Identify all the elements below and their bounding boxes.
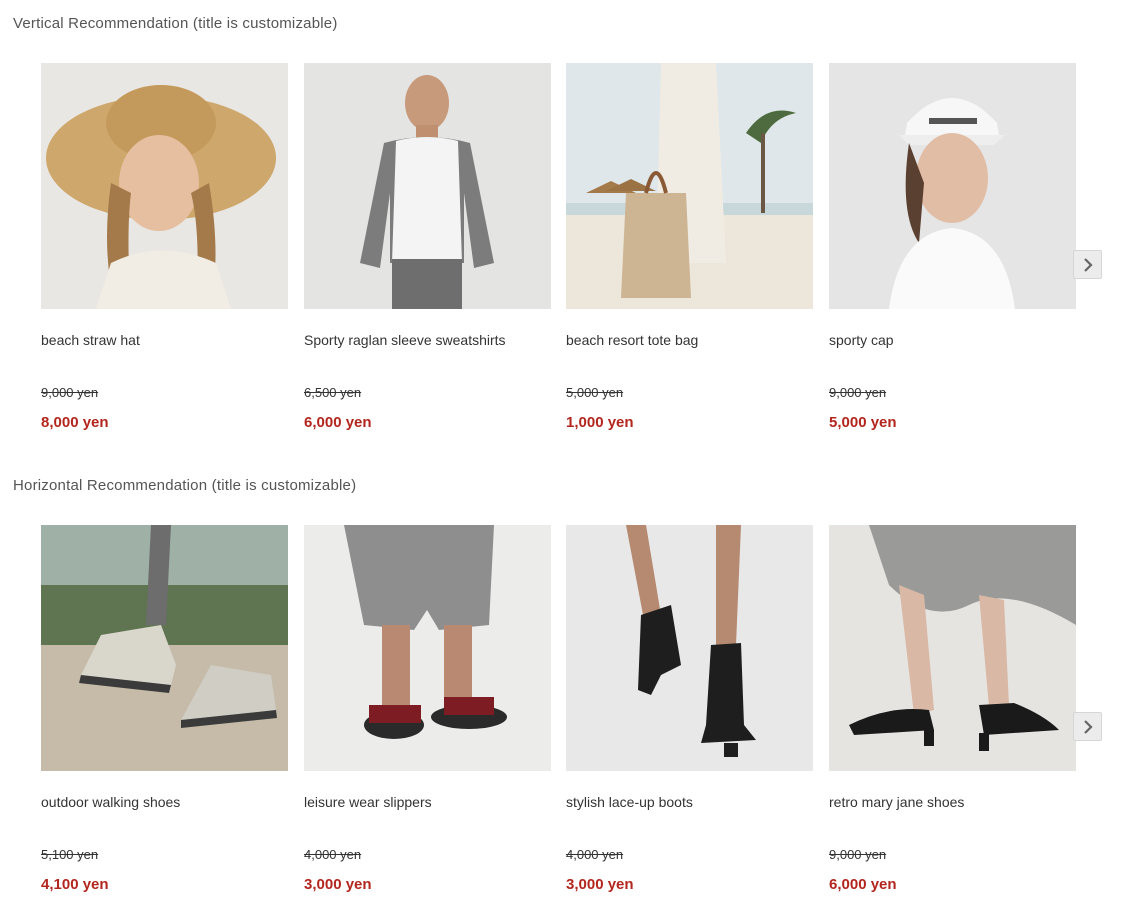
chevron-right-icon [1083, 719, 1093, 734]
product-card[interactable]: stylish lace-up boots 4,000 yen 3,000 ye… [566, 525, 813, 893]
product-image[interactable] [41, 525, 288, 771]
sale-price: 6,000 yen [829, 876, 897, 893]
woman-white-cap-photo [829, 63, 1076, 309]
sale-price: 3,000 yen [566, 876, 634, 893]
sale-price: 4,100 yen [41, 876, 109, 893]
product-image[interactable] [304, 525, 551, 771]
slippers-photo [304, 525, 551, 771]
original-price: 4,000 yen [304, 847, 362, 862]
section-title: Vertical Recommendation (title is custom… [13, 15, 338, 32]
lace-up-boots-photo [566, 525, 813, 771]
hiking-shoes-photo [41, 525, 288, 771]
product-card[interactable]: leisure wear slippers 4,000 yen 3,000 ye… [304, 525, 551, 893]
product-image[interactable] [41, 63, 288, 309]
product-name[interactable]: beach resort tote bag [566, 331, 813, 379]
product-image[interactable] [304, 63, 551, 309]
product-card[interactable]: outdoor walking shoes 5,100 yen 4,100 ye… [41, 525, 288, 893]
product-name[interactable]: leisure wear slippers [304, 793, 551, 841]
sale-price: 1,000 yen [566, 414, 634, 431]
man-raglan-sweatshirt-photo [304, 63, 551, 309]
original-price: 5,000 yen [566, 385, 624, 400]
product-name[interactable]: Sporty raglan sleeve sweatshirts [304, 331, 551, 379]
product-card[interactable]: retro mary jane shoes 9,000 yen 6,000 ye… [829, 525, 1076, 893]
sale-price: 8,000 yen [41, 414, 109, 431]
product-card[interactable]: sporty cap 9,000 yen 5,000 yen [829, 63, 1076, 431]
carousel-next-button[interactable] [1073, 250, 1102, 279]
product-card[interactable]: beach resort tote bag 5,000 yen 1,000 ye… [566, 63, 813, 431]
original-price: 9,000 yen [829, 847, 887, 862]
chevron-right-icon [1083, 257, 1093, 272]
woman-straw-hat-photo [41, 63, 288, 309]
product-image[interactable] [566, 525, 813, 771]
mary-jane-shoes-photo [829, 525, 1076, 771]
beach-tote-bag-photo [566, 63, 813, 309]
product-card[interactable]: Sporty raglan sleeve sweatshirts 6,500 y… [304, 63, 551, 431]
sale-price: 5,000 yen [829, 414, 897, 431]
product-name[interactable]: retro mary jane shoes [829, 793, 1076, 841]
product-name[interactable]: stylish lace-up boots [566, 793, 813, 841]
original-price: 9,000 yen [41, 385, 99, 400]
original-price: 5,100 yen [41, 847, 99, 862]
sale-price: 6,000 yen [304, 414, 372, 431]
product-image[interactable] [829, 525, 1076, 771]
section-title: Horizontal Recommendation (title is cust… [13, 477, 357, 494]
product-image[interactable] [829, 63, 1076, 309]
product-image[interactable] [566, 63, 813, 309]
original-price: 4,000 yen [566, 847, 624, 862]
product-name[interactable]: outdoor walking shoes [41, 793, 288, 841]
product-name[interactable]: sporty cap [829, 331, 1076, 379]
sale-price: 3,000 yen [304, 876, 372, 893]
product-card[interactable]: beach straw hat 9,000 yen 8,000 yen [41, 63, 288, 431]
carousel-next-button[interactable] [1073, 712, 1102, 741]
original-price: 9,000 yen [829, 385, 887, 400]
product-name[interactable]: beach straw hat [41, 331, 288, 379]
original-price: 6,500 yen [304, 385, 362, 400]
